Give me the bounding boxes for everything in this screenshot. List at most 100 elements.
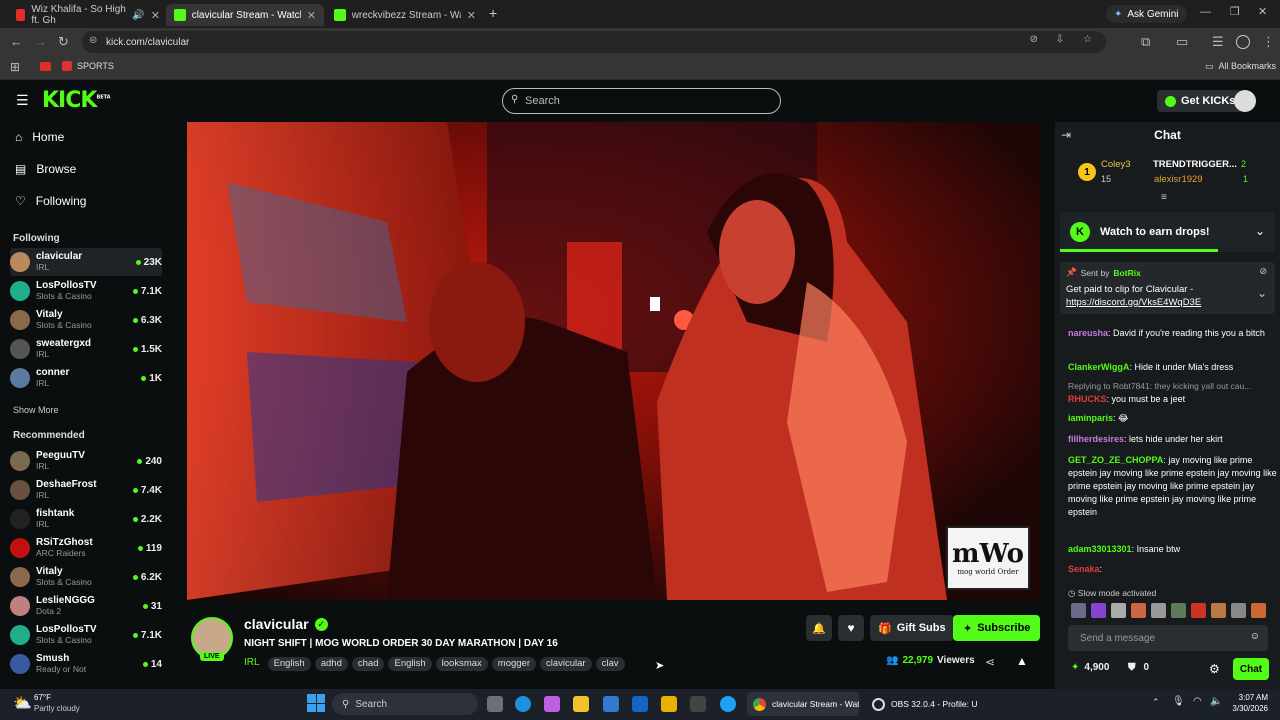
start-icon[interactable] (307, 694, 325, 712)
emote-icon[interactable] (1091, 603, 1106, 618)
recommended-item[interactable]: DeshaeFrost IRL 7.4K (10, 476, 162, 504)
emote-icon[interactable] (1131, 603, 1146, 618)
apps-icon[interactable]: ⊞ (10, 60, 20, 74)
outlook-icon[interactable] (632, 696, 648, 712)
leader-1-name[interactable]: Coley3 (1101, 159, 1131, 170)
emote-icon[interactable] (1151, 603, 1166, 618)
tab-wreckvibezz[interactable]: wreckvibezz Stream - Watch Liv ✕ (326, 4, 484, 26)
new-tab-button[interactable]: + (489, 5, 497, 21)
microphone-icon[interactable]: 🎙 (1172, 696, 1185, 707)
emoji-icon[interactable]: ☺ (1250, 631, 1260, 642)
subscribe-button[interactable]: ✦ Subscribe (953, 615, 1041, 641)
edge-icon[interactable] (515, 696, 531, 712)
taskbar-chrome-window[interactable]: clavicular Stream - Watc (747, 692, 859, 716)
close-icon[interactable]: ✕ (467, 9, 476, 22)
site-info-icon[interactable]: ⊜ (89, 35, 97, 46)
store-icon[interactable] (603, 696, 619, 712)
stream-tag[interactable]: English (388, 656, 432, 671)
menu-icon[interactable]: ⋮ (1262, 34, 1275, 50)
chat-username[interactable]: adam33013301 (1068, 544, 1132, 554)
window-close-icon[interactable]: ✕ (1258, 5, 1267, 18)
forward-icon[interactable]: → (34, 34, 47, 49)
notification-bell-button[interactable]: 🔔 (806, 615, 832, 641)
following-item[interactable]: Vitaly Slots & Casino 6.3K (10, 306, 162, 334)
reading-list-icon[interactable]: ☰ (1212, 34, 1224, 50)
follow-heart-button[interactable]: ♥ (838, 615, 864, 641)
emote-icon[interactable] (1071, 603, 1086, 618)
search-input[interactable]: ⚲ Search (502, 88, 781, 114)
user-avatar[interactable] (1234, 90, 1256, 112)
install-icon[interactable]: ⇩ (1056, 34, 1064, 45)
task-view-icon[interactable] (487, 696, 503, 712)
minimize-icon[interactable]: — (1200, 6, 1211, 18)
stream-tag[interactable]: looksmax (435, 656, 488, 671)
reload-icon[interactable]: ↻ (58, 34, 69, 50)
bot-name[interactable]: BotRix (1113, 268, 1140, 278)
emote-icon[interactable] (1231, 603, 1246, 618)
emote-icon[interactable] (1111, 603, 1126, 618)
url-bar[interactable]: ⊜ kick.com/clavicular ⊘ ⇩ ☆ (82, 31, 1106, 53)
chevron-down-icon[interactable]: ⌄ (1255, 224, 1265, 238)
report-icon[interactable]: ▲ (1016, 654, 1028, 668)
get-kicks-button[interactable]: Get KICKs (1157, 90, 1244, 112)
chat-username[interactable]: Senaka (1068, 564, 1100, 574)
recommended-item[interactable]: RSiTzGhost ARC Raiders 119 (10, 534, 162, 562)
all-bookmarks[interactable]: ▭ All Bookmarks (1205, 61, 1276, 72)
weather-desc[interactable]: Partly cloudy (34, 704, 80, 713)
ask-gemini-button[interactable]: ✦ Ask Gemini (1106, 5, 1187, 23)
extensions-icon[interactable]: ⧉ (1141, 34, 1150, 50)
unpin-icon[interactable]: ⊘ (1259, 266, 1267, 277)
leader-2-name[interactable]: TRENDTRIGGER... (1153, 159, 1237, 170)
emote-icon[interactable] (1251, 603, 1266, 618)
wifi-icon[interactable]: ◠ (1193, 696, 1202, 707)
kick-logo[interactable]: KICKBETA (42, 88, 111, 113)
nav-following[interactable]: ♡ Following (15, 194, 86, 208)
chat-send-button[interactable]: Chat (1233, 658, 1269, 680)
tray-chevron-icon[interactable]: ⌃ (1152, 697, 1160, 708)
chat-username[interactable]: iaminparis (1068, 413, 1113, 423)
taskbar-obs-window[interactable]: OBS 32.0.4 - Profile: Unt (866, 692, 978, 716)
hamburger-icon[interactable]: ☰ (16, 92, 29, 109)
clock-time[interactable]: 3:07 AM (1224, 693, 1268, 702)
chat-username[interactable]: RHUCKS (1068, 394, 1107, 404)
channel-points[interactable]: ✦ 4,900 (1071, 662, 1109, 673)
recommended-item[interactable]: LeslieNGGG Dota 2 31 (10, 592, 162, 620)
volume-icon[interactable]: 🔈 (1210, 696, 1222, 707)
r-app-icon[interactable] (661, 696, 677, 712)
following-item[interactable]: conner IRL 1K (10, 364, 162, 392)
video-player[interactable]: mWo mog world Order (187, 122, 1040, 600)
profile-icon[interactable] (1236, 35, 1250, 49)
category-link[interactable]: IRL (244, 657, 260, 668)
app-icon[interactable] (690, 696, 706, 712)
close-icon[interactable]: ✕ (151, 9, 160, 22)
stream-tag[interactable]: mogger (491, 656, 536, 671)
weather-temp[interactable]: 67°F (34, 693, 51, 702)
leader-3-name[interactable]: alexisr1929 (1154, 174, 1203, 185)
recommended-item[interactable]: Vitaly Slots & Casino 6.2K (10, 563, 162, 591)
stream-tag[interactable]: chad (351, 656, 385, 671)
following-item[interactable]: clavicular IRL 23K (10, 248, 162, 276)
emote-icon[interactable] (1211, 603, 1226, 618)
restore-icon[interactable]: ❐ (1230, 5, 1240, 18)
recommended-item[interactable]: Smush Ready or Not 14 (10, 650, 162, 678)
nav-home[interactable]: ⌂ Home (15, 130, 64, 144)
channel-name[interactable]: clavicular (244, 616, 309, 632)
star-icon[interactable]: ☆ (1083, 34, 1092, 45)
pinned-link[interactable]: https://discord.gg/VksE4WqD3E (1066, 297, 1201, 308)
chat-username[interactable]: fillherdesires (1068, 434, 1124, 444)
youtube-bookmark-icon[interactable] (40, 62, 51, 71)
recommended-item[interactable]: LosPollosTV Slots & Casino 7.1K (10, 621, 162, 649)
stream-tag[interactable]: adhd (314, 656, 348, 671)
eye-off-icon[interactable]: ⊘ (1030, 34, 1038, 45)
clock-date[interactable]: 3/30/2026 (1224, 704, 1268, 713)
chat-username[interactable]: GET_ZO_ZE_CHOPPA (1068, 455, 1163, 465)
following-item[interactable]: LosPollosTV Slots & Casino 7.1K (10, 277, 162, 305)
cast-icon[interactable]: ▭ (1176, 34, 1188, 50)
taskbar-search[interactable]: ⚲ Search (332, 693, 478, 715)
chat-username[interactable]: nareusha (1068, 328, 1108, 338)
speaker-icon[interactable]: 🔊 (132, 10, 144, 21)
chat-username[interactable]: ClankerWiggA (1068, 362, 1129, 372)
chat-input[interactable]: Send a message ☺ (1068, 625, 1268, 651)
share-icon[interactable]: ⋖ (985, 655, 995, 669)
stream-tag[interactable]: clavicular (540, 656, 592, 671)
